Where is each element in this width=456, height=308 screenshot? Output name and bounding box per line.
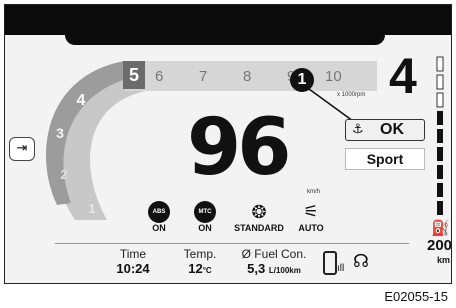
gear-scale-2: 2 [60, 167, 68, 182]
gear-scale-1: 1 [88, 201, 96, 216]
service-icon: ⚓ [352, 121, 364, 136]
riding-mode-label: Sport [366, 151, 404, 167]
temp-value: 12 [188, 261, 203, 276]
riding-mode-state: STANDARD [234, 223, 284, 233]
fuel-value: 5,3 [247, 261, 266, 276]
phone-icon [323, 251, 337, 275]
status-ok-box: ⚓ OK [345, 119, 425, 141]
time-block: Time 10:24 [103, 247, 163, 276]
tach-scale-6: 6 [155, 68, 164, 85]
temp-block: Temp. 12°C [173, 247, 227, 276]
gear-scale-5: 5 [128, 65, 139, 85]
tach-scale-10: 10 [325, 68, 342, 85]
time-label: Time [119, 247, 147, 261]
figure-reference: E02055-15 [384, 289, 448, 304]
range-value: 200 [427, 237, 452, 254]
temp-unit: °C [202, 266, 212, 275]
mtc-icon: MTC [194, 201, 216, 223]
gear-scale-3: 3 [56, 125, 64, 141]
suspension-state: AUTO [298, 223, 324, 233]
auto-suspension-icon: ⚟ [303, 202, 319, 221]
bottom-bar-divider [55, 243, 409, 244]
mtc-control: MTC ON [191, 201, 219, 233]
riding-mode-icon: ❂ [251, 202, 267, 222]
current-gear: 4 [389, 48, 417, 104]
fuel-block: Ø Fuel Con. 5,3 L/100km [231, 247, 317, 276]
suspension-control: ⚟ AUTO [293, 201, 329, 233]
dashboard-display: 1 2 3 4 5 6 7 8 9 10 x 1000rpm 4 1 ⇥ 96 … [4, 4, 452, 284]
status-ok-label: OK [380, 121, 404, 138]
range-unit: km [437, 255, 451, 265]
callout-number: 1 [297, 71, 307, 88]
tach-scale-7: 7 [199, 68, 208, 85]
gear-scale-4: 4 [76, 92, 86, 109]
helmet-icon: ☊ [353, 251, 369, 271]
speed-value: 96 [187, 103, 292, 193]
tach-scale-8: 8 [243, 68, 252, 85]
abs-state: ON [152, 223, 166, 233]
temp-label: Temp. [183, 247, 217, 261]
speed-unit: km/h [307, 189, 321, 195]
menu-arrow-icon[interactable]: ⇥ [9, 137, 35, 161]
fuel-unit: L/100km [268, 266, 301, 275]
riding-mode-box: Sport [345, 148, 425, 170]
signal-icon: ıll [337, 263, 345, 274]
riding-mode-control: ❂ STANDARD [229, 201, 289, 233]
fuel-label: Ø Fuel Con. [241, 247, 307, 261]
mtc-state: ON [198, 223, 212, 233]
abs-control: ABS ON [145, 201, 173, 233]
time-value: 10:24 [116, 261, 150, 276]
fuel-pump-icon: ⛽ [431, 220, 450, 237]
abs-icon: ABS [148, 201, 170, 223]
